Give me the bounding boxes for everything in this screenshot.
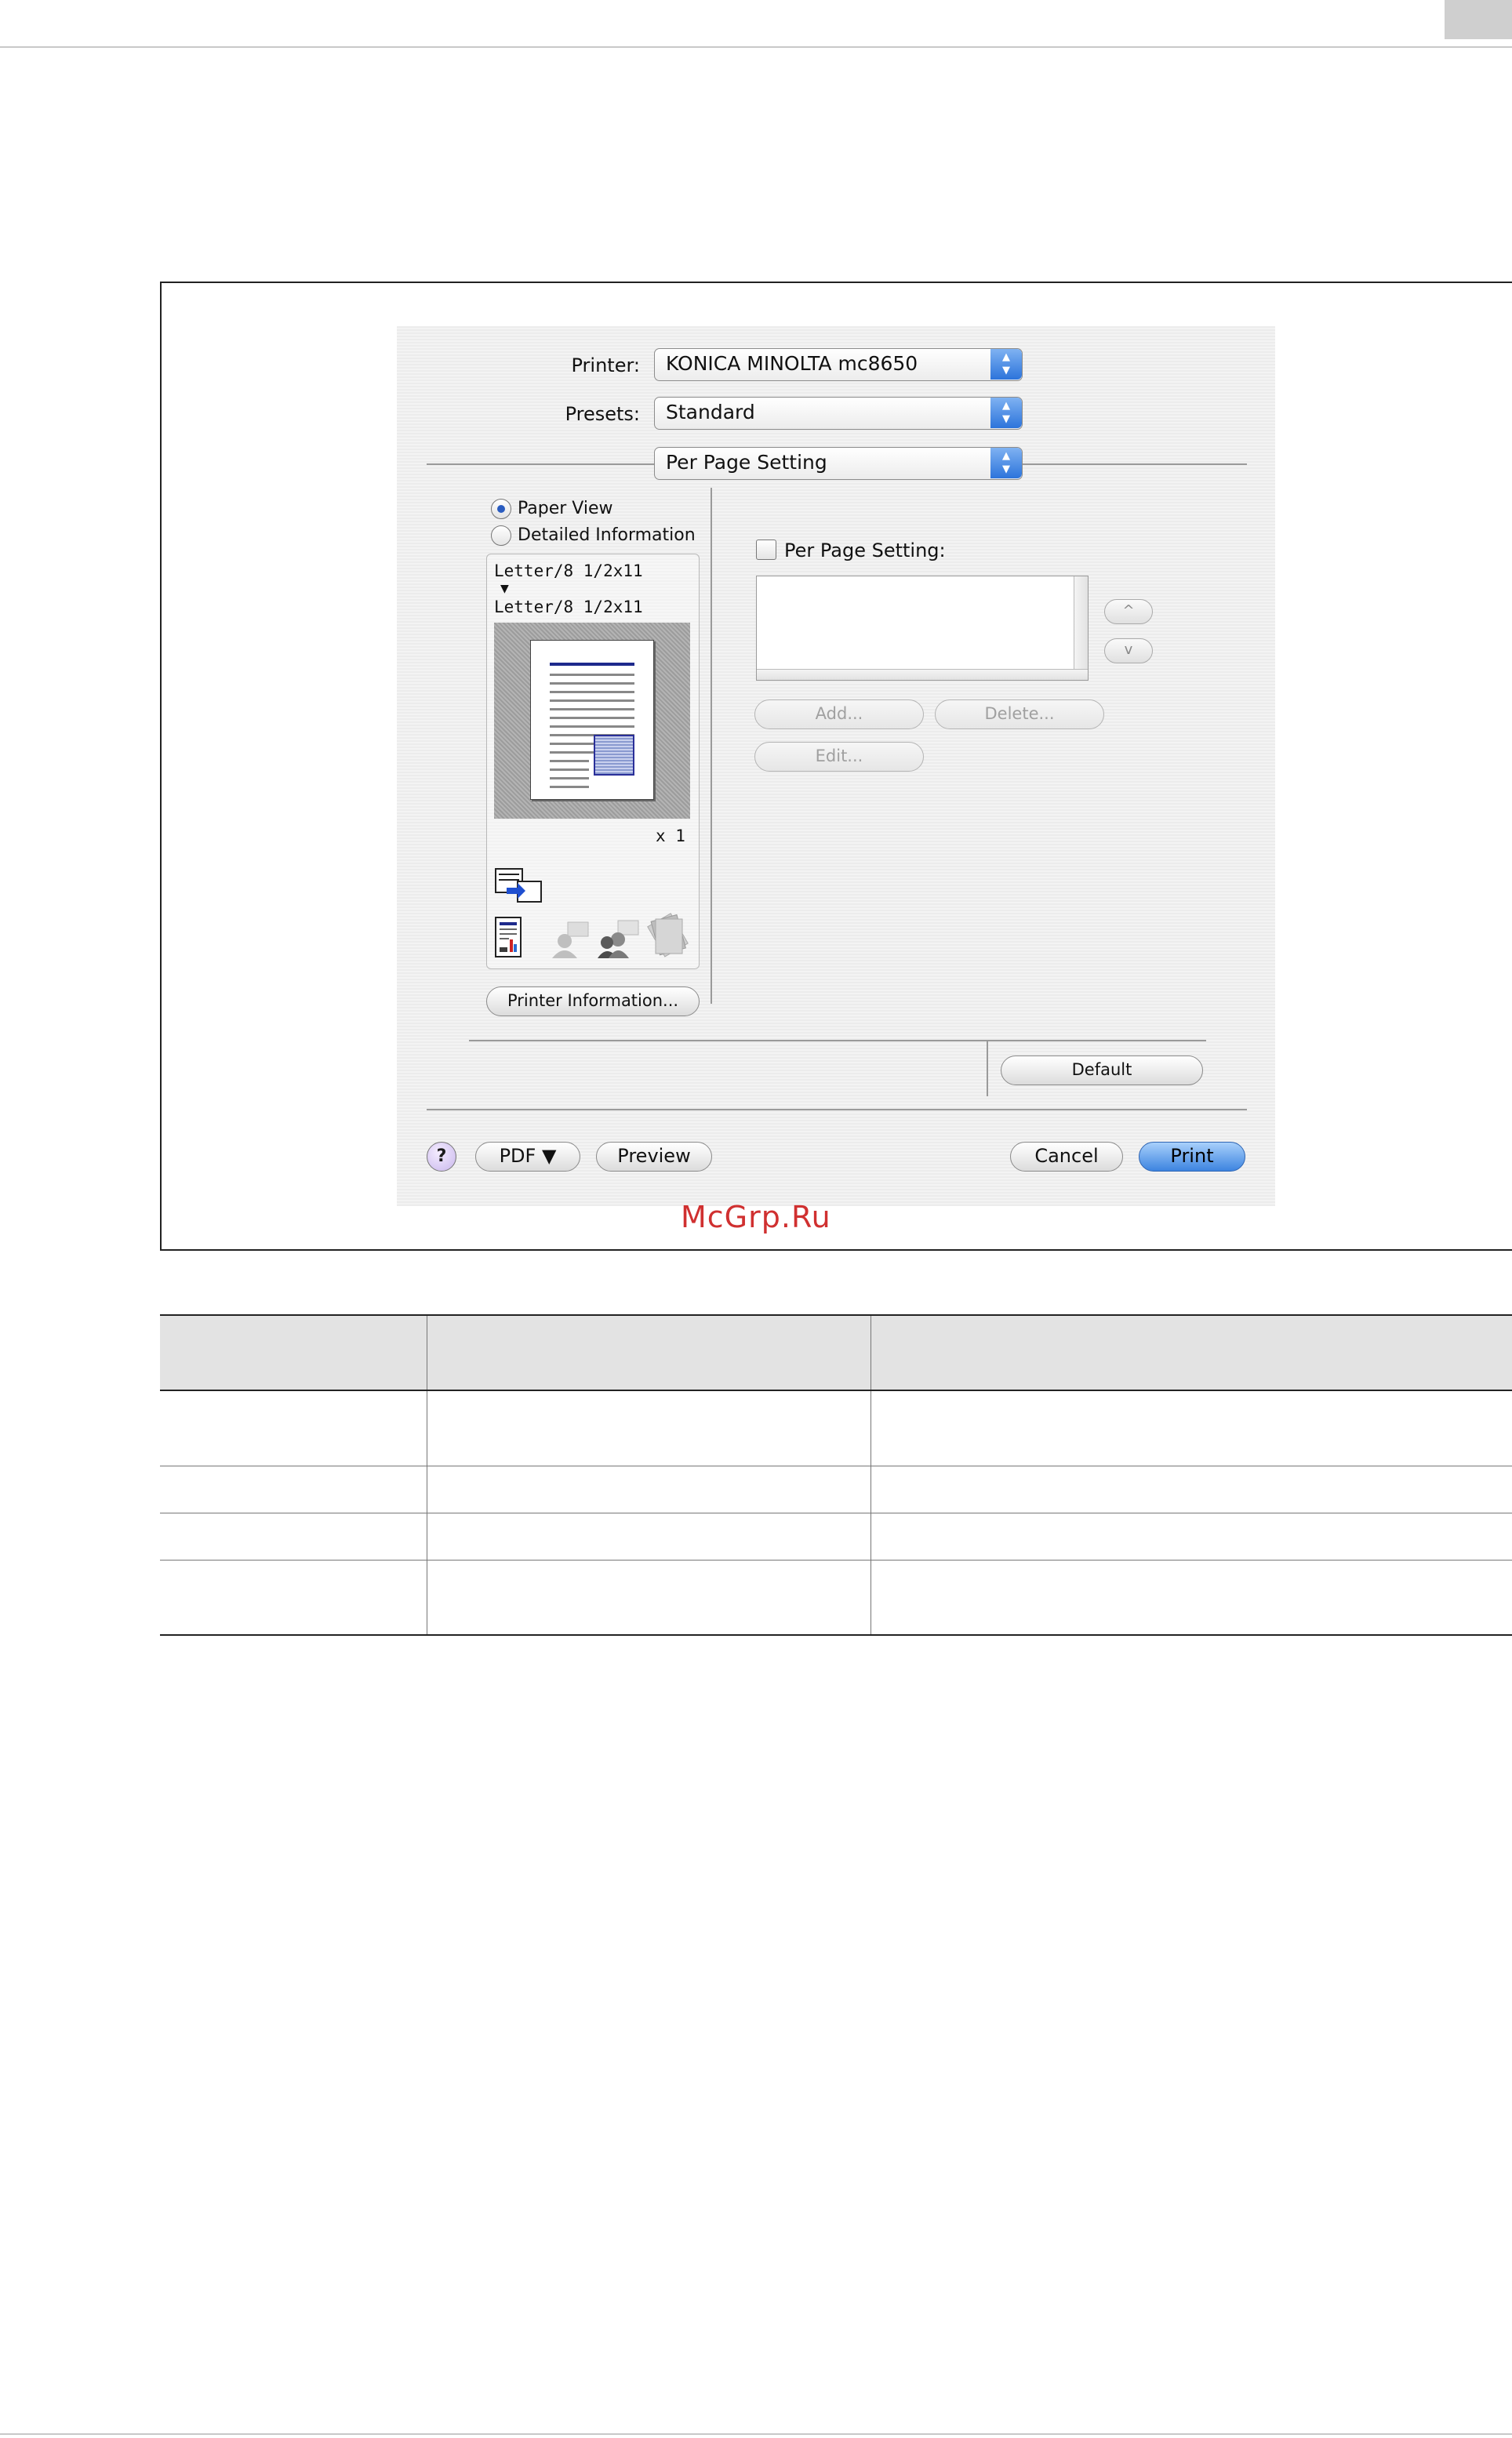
default-area-divider xyxy=(987,1041,988,1096)
paper-stack-icon xyxy=(645,913,693,961)
paper-size-arrow-icon: ▼ xyxy=(500,580,509,597)
table-cell xyxy=(160,1513,427,1561)
copies-count: x 1 xyxy=(656,827,685,845)
table-header-row xyxy=(160,1314,1512,1391)
edit-button[interactable]: Edit... xyxy=(754,742,924,772)
popup-arrows-icon: ▲ ▼ xyxy=(990,349,1022,380)
default-button[interactable]: Default xyxy=(1001,1055,1203,1085)
help-button[interactable]: ? xyxy=(427,1142,456,1172)
print-dialog: Printer: KONICA MINOLTA mc8650 ▲ ▼ Preset… xyxy=(397,326,1275,1206)
printer-information-button[interactable]: Printer Information... xyxy=(486,986,700,1016)
presets-label: Presets: xyxy=(565,403,640,425)
default-area-separator xyxy=(469,1040,1206,1041)
per-page-setting-list[interactable] xyxy=(756,576,1089,681)
printer-popup[interactable]: KONICA MINOLTA mc8650 ▲ ▼ xyxy=(654,348,1023,381)
document-color-icon xyxy=(494,916,522,958)
radio-detailed-information-label: Detailed Information xyxy=(518,525,696,545)
page-thumbnail-title-line xyxy=(550,663,634,666)
printer-label: Printer: xyxy=(571,354,640,376)
table-cell xyxy=(427,1390,871,1466)
table-cell xyxy=(427,1513,871,1561)
page-corner-tab xyxy=(1445,0,1512,39)
table-cell xyxy=(427,1466,871,1513)
add-button[interactable]: Add... xyxy=(754,699,924,729)
table-cell xyxy=(160,1560,427,1636)
presets-popup[interactable]: Standard ▲ ▼ xyxy=(654,397,1023,430)
radio-paper-view[interactable] xyxy=(491,499,511,519)
watermark-text: McGrp.Ru xyxy=(681,1200,831,1234)
table-header-cell xyxy=(427,1314,871,1391)
table-cell xyxy=(427,1560,871,1636)
table-cell xyxy=(870,1513,1512,1561)
move-down-button[interactable]: v xyxy=(1104,638,1153,663)
settings-table xyxy=(160,1314,1512,1636)
presets-popup-value: Standard xyxy=(666,401,755,423)
table-header-cell xyxy=(870,1314,1512,1391)
pdf-button[interactable]: PDF ▼ xyxy=(475,1142,580,1172)
move-up-button[interactable]: ^ xyxy=(1104,599,1153,624)
finishing-icon xyxy=(494,867,543,905)
pane-popup[interactable]: Per Page Setting ▲ ▼ xyxy=(654,447,1023,480)
table-cell xyxy=(870,1466,1512,1513)
per-page-setting-label: Per Page Setting: xyxy=(784,540,946,561)
table-cell xyxy=(160,1466,427,1513)
printer-popup-value: KONICA MINOLTA mc8650 xyxy=(666,352,918,375)
page-thumbnail-text-lines xyxy=(550,760,589,794)
page-thumbnail-image-icon xyxy=(594,735,634,776)
preview-button[interactable]: Preview xyxy=(596,1142,712,1172)
column-divider xyxy=(711,488,712,1004)
radio-paper-view-label: Paper View xyxy=(518,499,613,518)
table-header-cell xyxy=(160,1314,427,1391)
single-user-icon xyxy=(551,921,590,960)
list-horizontal-scrollbar[interactable] xyxy=(757,669,1088,680)
page-thumbnail xyxy=(530,640,654,800)
delete-button[interactable]: Delete... xyxy=(935,699,1104,729)
radio-detailed-information[interactable] xyxy=(491,525,511,546)
print-button[interactable]: Print xyxy=(1139,1142,1245,1172)
popup-arrows-icon: ▲ ▼ xyxy=(990,448,1022,478)
popup-arrows-icon: ▲ ▼ xyxy=(990,398,1022,428)
per-page-setting-checkbox[interactable] xyxy=(756,540,776,560)
page-thumbnail-text-lines xyxy=(550,674,634,721)
user-group-icon xyxy=(596,919,640,960)
paper-size-original: Letter/8 1/2x11 xyxy=(494,561,643,580)
table-row xyxy=(160,1466,1512,1513)
table-cell xyxy=(870,1560,1512,1636)
table-cell xyxy=(160,1390,427,1466)
table-row xyxy=(160,1513,1512,1561)
header-rule xyxy=(0,46,1512,48)
paper-preview-area xyxy=(494,623,690,819)
table-cell xyxy=(870,1390,1512,1466)
pane-popup-value: Per Page Setting xyxy=(666,451,827,474)
paper-size-output: Letter/8 1/2x11 xyxy=(494,598,643,616)
cancel-button[interactable]: Cancel xyxy=(1010,1142,1123,1172)
footer-separator xyxy=(427,1109,1247,1110)
list-vertical-scrollbar[interactable] xyxy=(1074,576,1088,669)
footer-rule xyxy=(0,2433,1512,2435)
table-row xyxy=(160,1560,1512,1636)
table-row xyxy=(160,1390,1512,1466)
